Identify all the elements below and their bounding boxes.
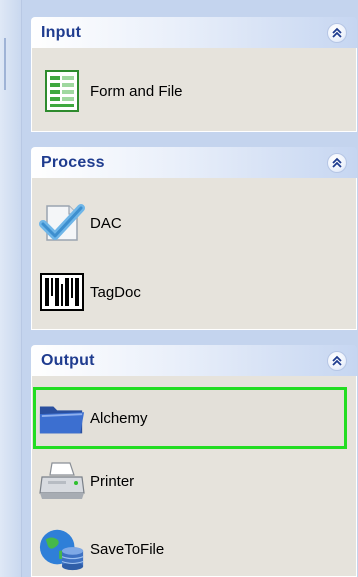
edge-tick	[4, 38, 6, 62]
panel-header-process[interactable]: Process	[31, 147, 357, 178]
panel-title: Process	[41, 153, 105, 171]
list-item-form-and-file[interactable]: Form and File	[36, 63, 352, 119]
list-item-dac[interactable]: DAC	[36, 195, 352, 251]
list-item-savetofile[interactable]: SaveToFile	[36, 521, 352, 577]
barcode-icon	[38, 268, 86, 316]
collapse-chevron-icon[interactable]	[327, 152, 347, 173]
item-label: Form and File	[90, 82, 183, 100]
item-label: SaveToFile	[90, 540, 165, 558]
checkmark-document-icon	[38, 199, 86, 247]
edge-tick	[4, 60, 6, 90]
item-label: Alchemy	[90, 409, 148, 427]
collapse-chevron-icon[interactable]	[327, 350, 347, 371]
list-item-alchemy[interactable]: Alchemy	[33, 387, 347, 449]
panel-title: Input	[41, 23, 82, 41]
panel-title: Output	[41, 351, 95, 369]
panel-header-output[interactable]: Output	[31, 345, 357, 376]
globe-database-icon	[38, 525, 86, 573]
list-item-printer[interactable]: Printer	[36, 453, 352, 509]
collapse-chevron-icon[interactable]	[327, 22, 347, 43]
left-edge-strip	[0, 0, 22, 577]
printer-icon	[38, 457, 86, 505]
panel-header-input[interactable]: Input	[31, 17, 357, 48]
item-label: TagDoc	[90, 283, 141, 301]
form-document-icon	[38, 67, 86, 115]
item-label: Printer	[90, 472, 135, 490]
item-label: DAC	[90, 214, 122, 232]
list-item-tagdoc[interactable]: TagDoc	[36, 264, 352, 320]
folder-icon	[38, 394, 86, 442]
